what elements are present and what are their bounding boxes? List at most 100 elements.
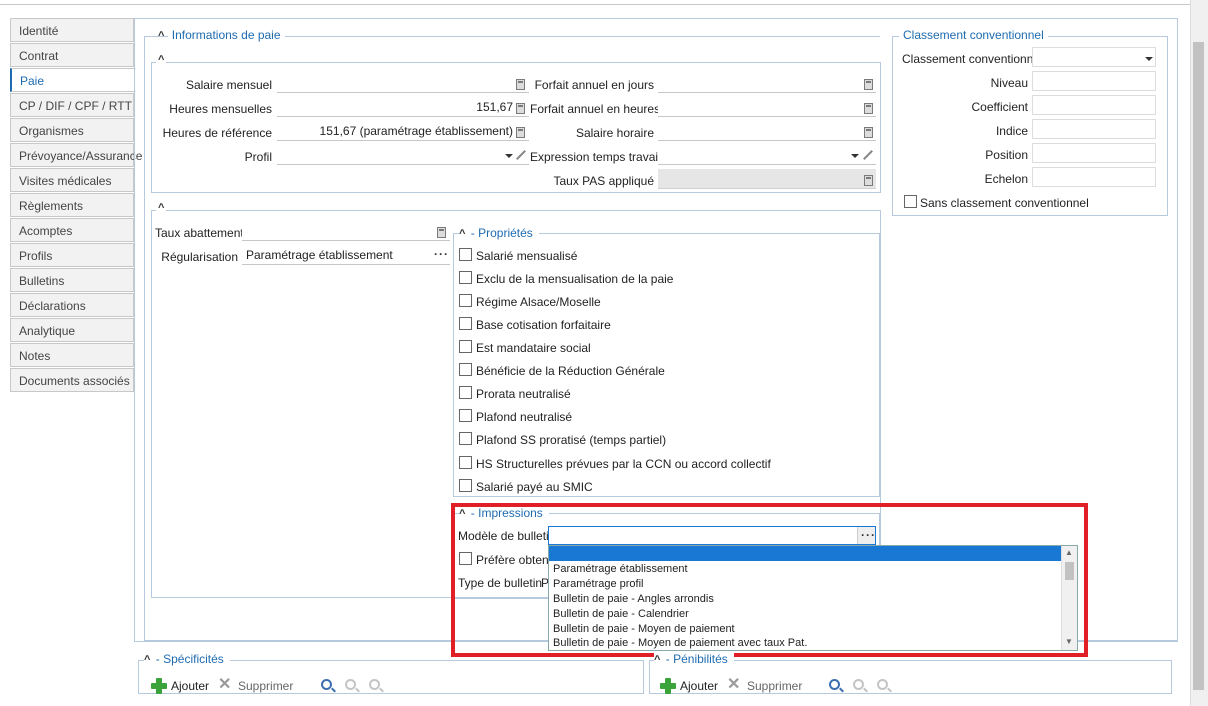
add-icon[interactable] bbox=[151, 678, 167, 694]
coefficient-input[interactable] bbox=[1032, 95, 1156, 115]
profil-select[interactable] bbox=[277, 145, 529, 165]
tab-analytique[interactable]: Analytique bbox=[10, 318, 134, 342]
classement-select[interactable] bbox=[1032, 47, 1156, 67]
collapse-chevron-icon[interactable]: ^ bbox=[459, 228, 465, 240]
top-separator bbox=[0, 4, 1190, 5]
calculator-icon[interactable] bbox=[437, 227, 446, 238]
checkbox-mandataire-social[interactable] bbox=[459, 340, 472, 353]
expression-temps-select[interactable] bbox=[658, 145, 876, 165]
taux-abattement-label: Taux abattement bbox=[155, 226, 244, 240]
salaire-mensuel-input[interactable] bbox=[277, 73, 529, 93]
checkbox-exclu-mensualisation[interactable] bbox=[459, 271, 472, 284]
forfait-heures-label: Forfait annuel en heures bbox=[530, 102, 661, 116]
checkbox-label: Est mandataire social bbox=[476, 341, 591, 355]
zoom-in-icon[interactable] bbox=[853, 679, 864, 690]
tab-prevoyance[interactable]: Prévoyance/Assurance bbox=[10, 143, 142, 167]
coefficient-label: Coefficient bbox=[971, 100, 1028, 114]
main-scroll-thumb[interactable] bbox=[1193, 42, 1204, 690]
tab-declarations[interactable]: Déclarations bbox=[10, 293, 134, 317]
calculator-icon[interactable] bbox=[516, 127, 525, 138]
checkbox-sans-classement[interactable] bbox=[904, 195, 917, 208]
specificites-delete-button[interactable]: Supprimer bbox=[238, 679, 293, 693]
calculator-icon bbox=[864, 175, 873, 186]
forfait-jours-label: Forfait annuel en jours bbox=[534, 78, 654, 92]
niveau-input[interactable] bbox=[1032, 71, 1156, 91]
search-icon[interactable] bbox=[321, 679, 332, 690]
checkbox-label: Salarié payé au SMIC bbox=[476, 480, 593, 494]
tab-reglements[interactable]: Règlements bbox=[10, 193, 134, 217]
niveau-label: Niveau bbox=[990, 76, 1028, 90]
checkbox-smic[interactable] bbox=[459, 479, 472, 492]
info-paie-header[interactable]: ^ Informations de paie bbox=[158, 28, 285, 42]
checkbox-prorata-neutralise[interactable] bbox=[459, 386, 472, 399]
checkbox-salarie-mensualise[interactable] bbox=[459, 248, 472, 261]
search-icon[interactable] bbox=[829, 679, 840, 690]
zoom-out-icon[interactable] bbox=[877, 679, 888, 690]
forfait-jours-input[interactable] bbox=[658, 73, 876, 93]
tab-cp-dif[interactable]: CP / DIF / CPF / RTT bbox=[10, 93, 134, 117]
delete-icon[interactable]: ✕ bbox=[727, 674, 740, 694]
tab-visites[interactable]: Visites médicales bbox=[10, 168, 134, 192]
calculator-icon[interactable] bbox=[864, 79, 873, 90]
chevron-down-icon[interactable] bbox=[1145, 57, 1153, 61]
zoom-in-icon[interactable] bbox=[345, 679, 356, 690]
calculator-icon[interactable] bbox=[516, 79, 525, 90]
taux-abattement-input[interactable] bbox=[242, 221, 450, 241]
salaire-horaire-input[interactable] bbox=[658, 121, 876, 141]
checkbox-alsace-moselle[interactable] bbox=[459, 294, 472, 307]
tab-acomptes[interactable]: Acomptes bbox=[10, 218, 134, 242]
forfait-heures-input[interactable] bbox=[658, 97, 876, 117]
checkbox-label: Plafond neutralisé bbox=[476, 410, 573, 424]
position-label: Position bbox=[985, 148, 1028, 162]
indice-input[interactable] bbox=[1032, 119, 1156, 139]
regularisation-input[interactable]: Paramétrage établissement bbox=[242, 245, 450, 265]
tab-contrat[interactable]: Contrat bbox=[10, 43, 134, 67]
penibilites-add-button[interactable]: Ajouter bbox=[680, 679, 718, 693]
chevron-down-icon[interactable] bbox=[505, 154, 513, 158]
calculator-icon[interactable] bbox=[864, 103, 873, 114]
collapse-chevron-icon[interactable]: ^ bbox=[156, 202, 167, 214]
zoom-out-icon[interactable] bbox=[369, 679, 380, 690]
heures-reference-input[interactable]: 151,67 (paramétrage établissement) bbox=[277, 121, 529, 141]
checkbox-plafond-ss[interactable] bbox=[459, 432, 472, 445]
collapse-chevron-icon[interactable]: ^ bbox=[156, 54, 167, 66]
checkbox-base-forfaitaire[interactable] bbox=[459, 317, 472, 330]
ellipsis-icon[interactable]: ··· bbox=[434, 247, 449, 261]
tab-organismes[interactable]: Organismes bbox=[10, 118, 134, 142]
tab-notes[interactable]: Notes bbox=[10, 343, 134, 367]
tab-identite[interactable]: Identité bbox=[10, 18, 134, 42]
profil-label: Profil bbox=[244, 150, 272, 164]
add-icon[interactable] bbox=[660, 678, 676, 694]
specificites-header[interactable]: ^ - Spécificités bbox=[144, 652, 230, 666]
info-paie-title: Informations de paie bbox=[167, 28, 285, 42]
salaire-mensuel-label: Salaire mensuel bbox=[185, 78, 272, 92]
classement-title: Classement conventionnel bbox=[899, 28, 1048, 42]
tab-bulletins[interactable]: Bulletins bbox=[10, 268, 134, 292]
position-input[interactable] bbox=[1032, 143, 1156, 163]
tab-paie[interactable]: Paie bbox=[10, 68, 136, 92]
penibilites-header[interactable]: ^ - Pénibilités bbox=[654, 652, 734, 666]
checkbox-label: Exclu de la mensualisation de la paie bbox=[476, 272, 674, 286]
taux-pas-input bbox=[658, 169, 876, 189]
checkbox-plafond-neutralise[interactable] bbox=[459, 409, 472, 422]
tab-profils[interactable]: Profils bbox=[10, 243, 134, 267]
penibilites-delete-button[interactable]: Supprimer bbox=[747, 679, 802, 693]
checkbox-reduction-generale[interactable] bbox=[459, 363, 472, 376]
collapse-chevron-icon[interactable]: ^ bbox=[158, 30, 164, 42]
calculator-icon[interactable] bbox=[516, 103, 525, 114]
collapse-chevron-icon[interactable]: ^ bbox=[144, 654, 150, 666]
chevron-down-icon[interactable] bbox=[851, 154, 859, 158]
collapse-chevron-icon[interactable]: ^ bbox=[654, 654, 660, 666]
proprietes-header[interactable]: ^ - Propriétés bbox=[459, 226, 539, 240]
heures-reference-label: Heures de référence bbox=[162, 126, 272, 140]
heures-mensuelles-input[interactable]: 151,67 bbox=[277, 97, 529, 117]
echelon-input[interactable] bbox=[1032, 167, 1156, 187]
collapse-top-icon[interactable]: ^ bbox=[4, 0, 9, 6]
highlight-annotation bbox=[451, 503, 1088, 657]
specificites-add-button[interactable]: Ajouter bbox=[171, 679, 209, 693]
echelon-label: Echelon bbox=[984, 172, 1028, 186]
delete-icon[interactable]: ✕ bbox=[218, 674, 231, 694]
tab-documents[interactable]: Documents associés bbox=[10, 368, 134, 392]
checkbox-hs-structurelles[interactable] bbox=[459, 456, 472, 469]
calculator-icon[interactable] bbox=[864, 127, 873, 138]
